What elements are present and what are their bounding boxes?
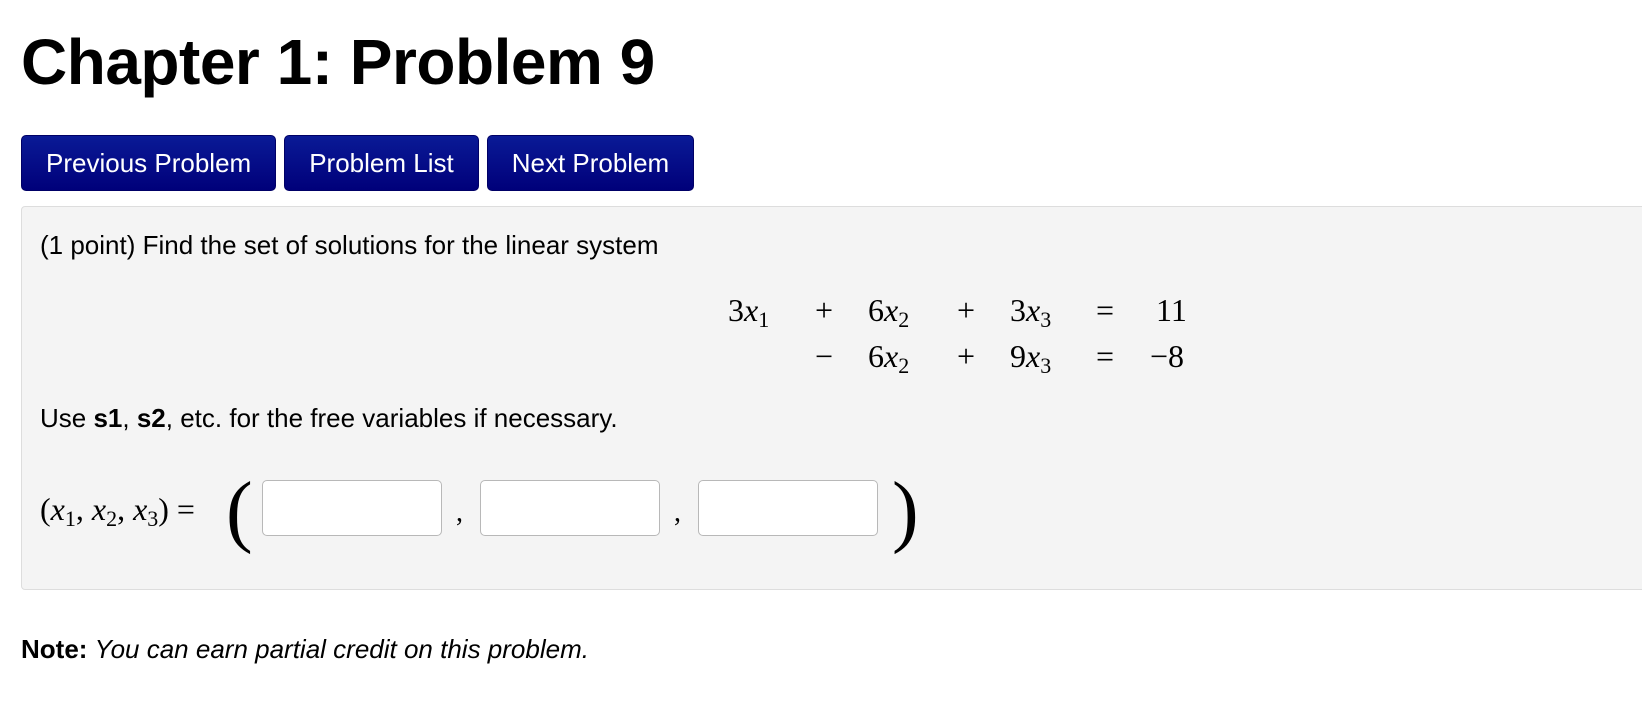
x3-term: 9x3	[1010, 338, 1052, 378]
free-variable-s1: s1	[93, 403, 123, 433]
equation-row: 3x1 + 6x2 + 3x3 = 11	[712, 287, 1232, 333]
x3-term: 3x3	[1010, 292, 1052, 332]
problem-panel: (1 point) Find the set of solutions for …	[21, 206, 1642, 590]
x2-term: 6x2	[868, 292, 910, 332]
rhs-value: −8	[1150, 338, 1185, 374]
operator: −	[815, 338, 834, 374]
problem-list-button[interactable]: Problem List	[284, 135, 479, 191]
free-variable-s2: s2	[136, 403, 166, 433]
comma: ,	[674, 497, 681, 528]
x3-answer-input[interactable]	[698, 480, 878, 536]
operator: +	[957, 292, 976, 328]
equals-sign: =	[1096, 292, 1115, 328]
x2-answer-input[interactable]	[480, 480, 660, 536]
free-variable-hint: Use s1, s2, etc. for the free variables …	[40, 403, 618, 433]
comma: ,	[456, 497, 463, 528]
x2-term: 6x2	[868, 338, 910, 378]
note-text: You can earn partial credit on this prob…	[94, 634, 589, 664]
x1-term: 3x1	[728, 292, 770, 332]
page-title: Chapter 1: Problem 9	[21, 26, 655, 98]
operator: +	[815, 292, 834, 328]
partial-credit-note: Note: You can earn partial credit on thi…	[21, 631, 589, 667]
equals-sign: =	[1096, 338, 1115, 374]
answer-row: (x1, x2, x3) = ( , , )	[40, 471, 940, 551]
x1-answer-input[interactable]	[262, 480, 442, 536]
equation-row: − 6x2 + 9x3 = −8	[712, 333, 1232, 379]
note-label: Note:	[21, 634, 88, 664]
linear-system: 3x1 + 6x2 + 3x3 = 11 − 6x2 + 9x3 = −8	[712, 287, 1232, 379]
next-problem-button[interactable]: Next Problem	[486, 135, 695, 191]
rhs-value: 11	[1156, 292, 1187, 328]
open-paren: (	[226, 467, 253, 555]
operator: +	[957, 338, 976, 374]
problem-navigation: Previous Problem Problem List Next Probl…	[21, 135, 695, 191]
answer-tuple-label: (x1, x2, x3) =	[40, 491, 195, 531]
close-paren: )	[892, 467, 919, 555]
problem-prompt: (1 point) Find the set of solutions for …	[40, 230, 659, 260]
previous-problem-button[interactable]: Previous Problem	[21, 135, 277, 191]
